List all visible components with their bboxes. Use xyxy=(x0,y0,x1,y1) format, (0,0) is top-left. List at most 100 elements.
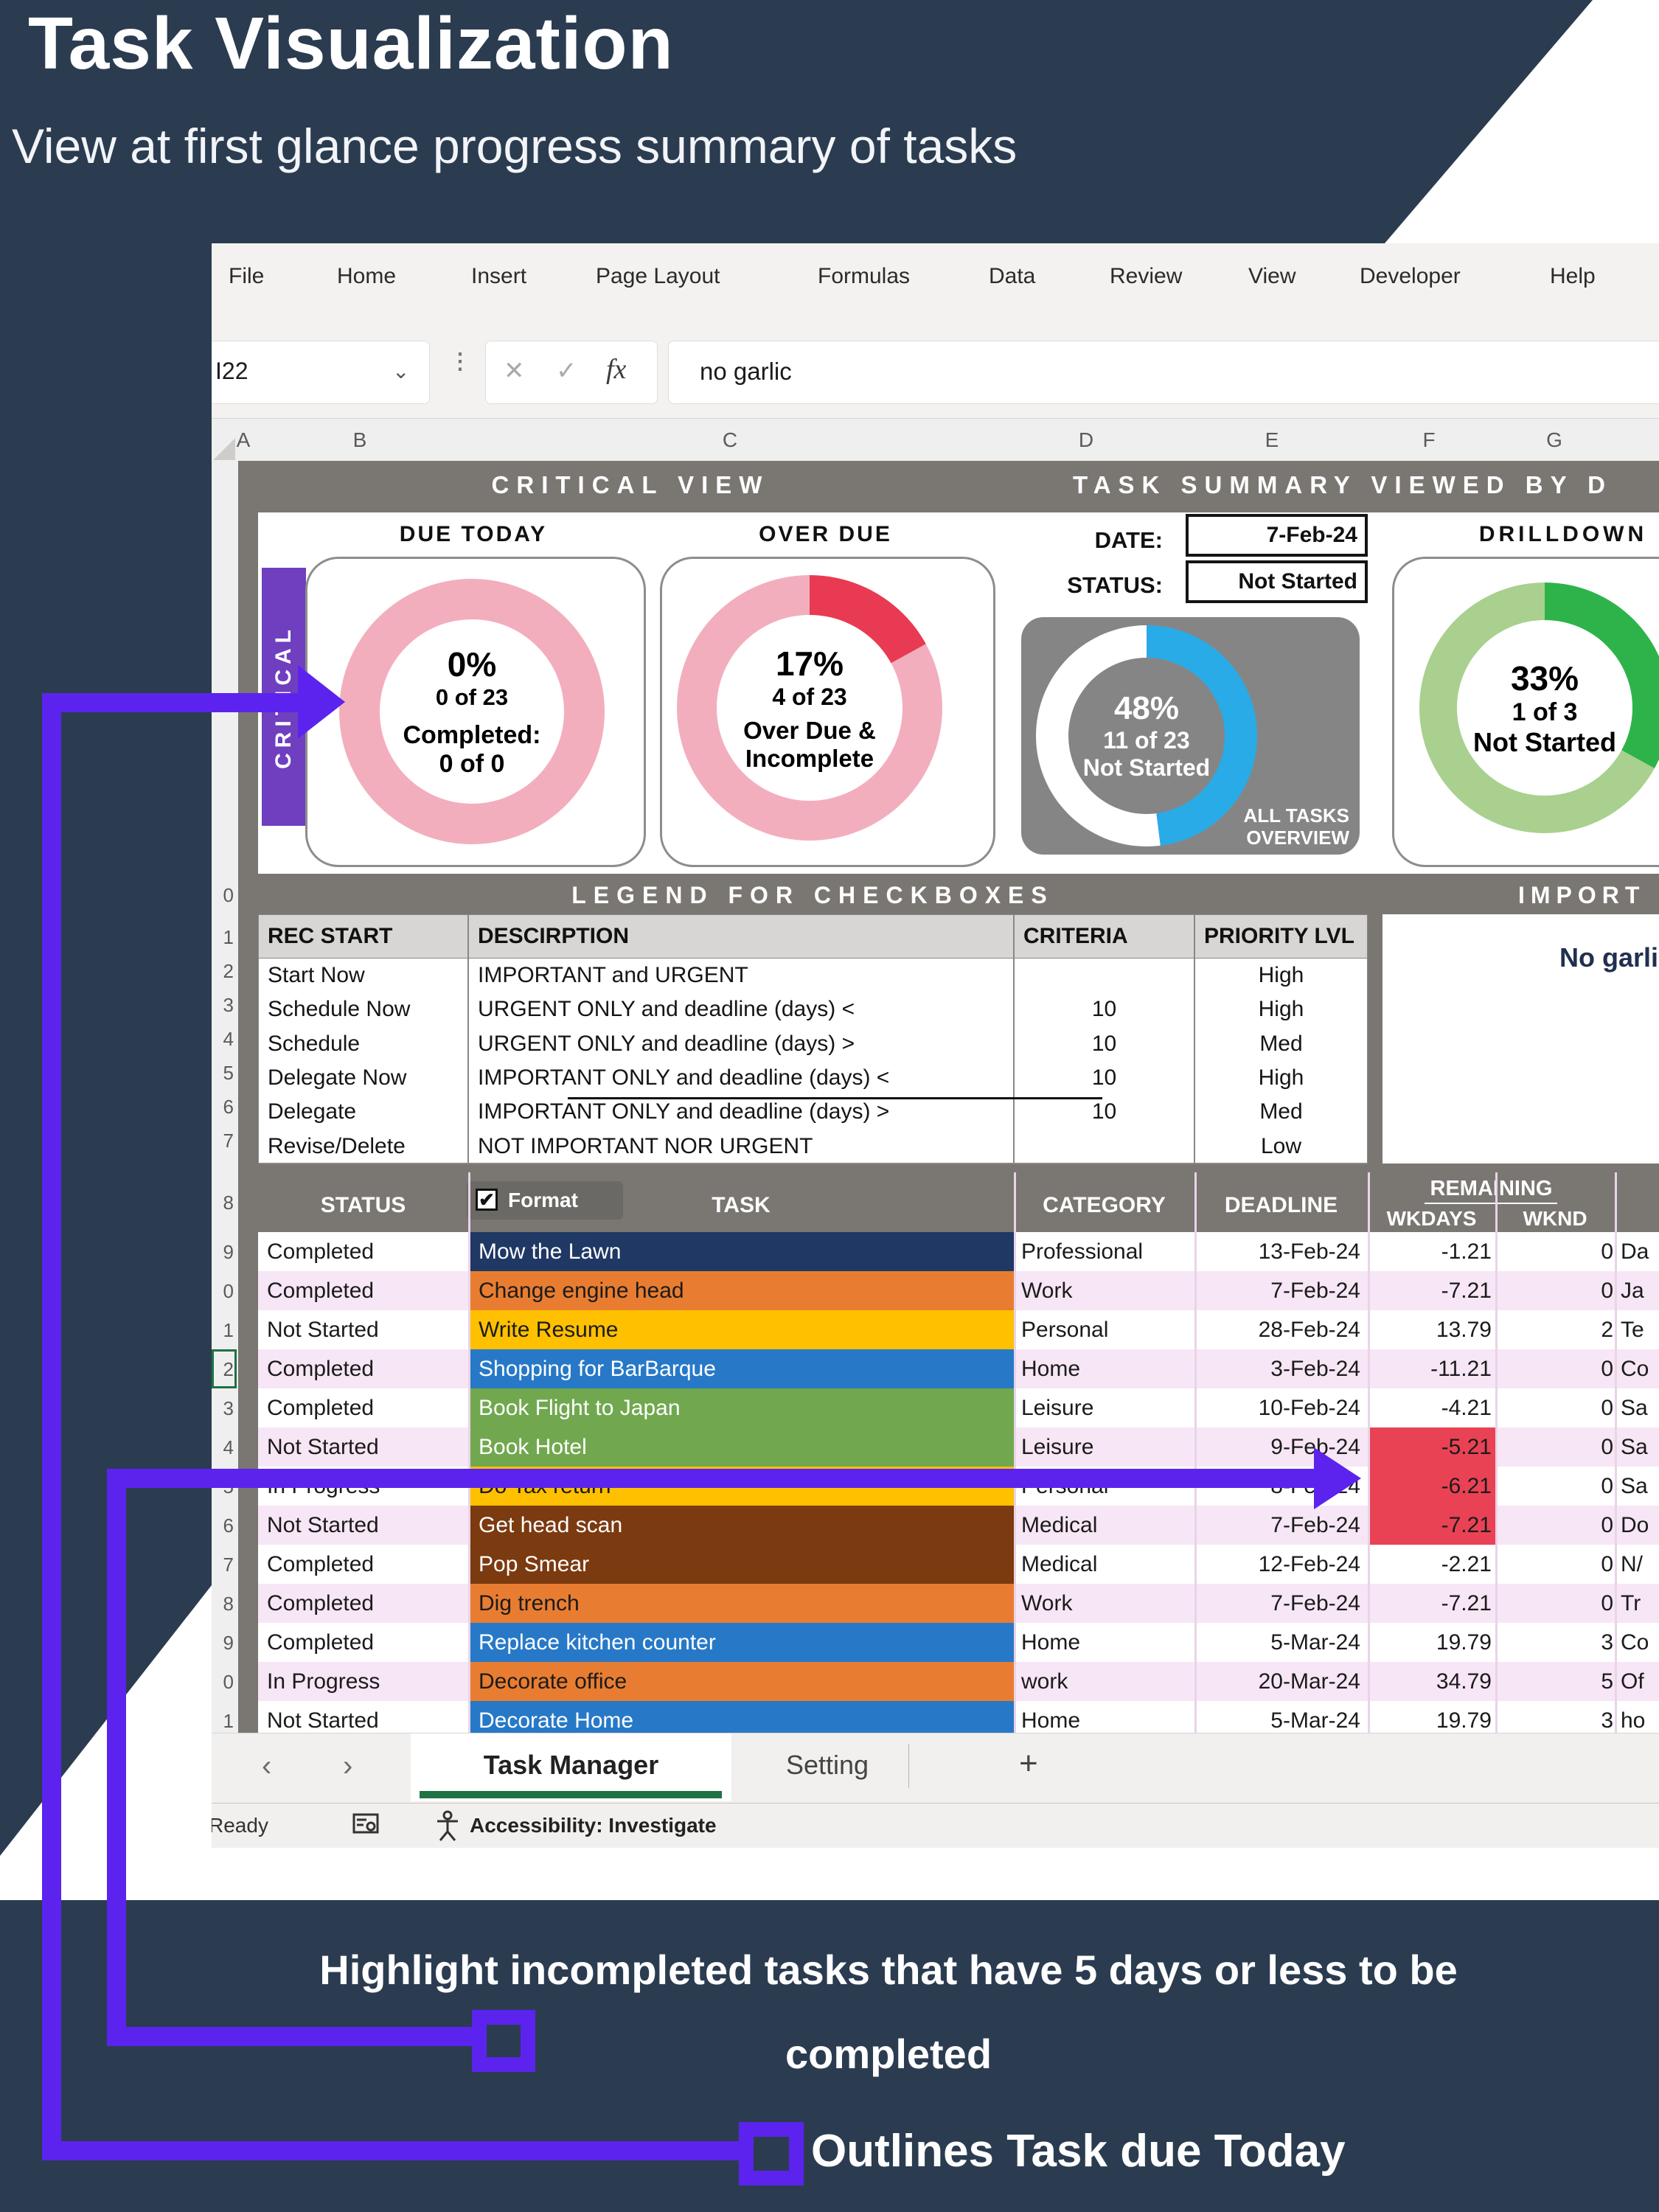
cell-category: Work xyxy=(1021,1584,1072,1623)
cell-task-bar: Book Flight to Japan xyxy=(468,1388,1014,1427)
page-subtitle: View at first glance progress summary of… xyxy=(12,118,1017,174)
arrow1-head-icon xyxy=(298,665,345,739)
selected-row-marker xyxy=(212,1349,237,1388)
cell-next-clipped: Co xyxy=(1621,1349,1649,1388)
cell-status: Completed xyxy=(267,1545,374,1584)
cell-task-bar: Dig trench xyxy=(468,1584,1014,1623)
cell-wknd: 0 xyxy=(1495,1349,1613,1388)
cell-deadline: 5-Mar-24 xyxy=(1194,1623,1360,1662)
cell-wknd: 0 xyxy=(1495,1232,1613,1271)
cell-next-clipped: Ja xyxy=(1621,1271,1644,1310)
cell-task-label: Replace kitchen counter xyxy=(479,1623,716,1662)
cell-status: Completed xyxy=(267,1232,374,1271)
cell-next-clipped: Of xyxy=(1621,1662,1644,1701)
cell-wkdays: -2.21 xyxy=(1368,1545,1492,1584)
tab-task-manager[interactable]: Task Manager xyxy=(411,1733,731,1801)
cell-task-bar: Book Hotel xyxy=(468,1427,1014,1467)
accessibility-icon[interactable] xyxy=(433,1809,462,1842)
page: Task Visualization View at first glance … xyxy=(0,0,1659,2212)
cell-wkdays: 13.79 xyxy=(1368,1310,1492,1349)
cell-task-bar: Change engine head xyxy=(468,1271,1014,1310)
cell-task-label: Write Resume xyxy=(479,1310,619,1349)
highlight-note: Highlight incompleted tasks that have 5 … xyxy=(118,1944,1659,2081)
cell-wknd: 0 xyxy=(1495,1506,1613,1545)
add-sheet-button[interactable]: + xyxy=(1019,1745,1038,1782)
tab-setting[interactable]: Setting xyxy=(757,1750,897,1781)
table-gridline xyxy=(1194,1172,1197,1733)
display-settings-icon[interactable] xyxy=(352,1811,380,1839)
cell-next-clipped: Do xyxy=(1621,1506,1649,1545)
cell-deadline: 7-Feb-24 xyxy=(1194,1584,1360,1623)
cell-status: In Progress xyxy=(267,1662,380,1701)
cell-wkdays: -7.21 xyxy=(1368,1271,1492,1310)
cell-wkdays: -1.21 xyxy=(1368,1232,1492,1271)
cell-status: Not Started xyxy=(267,1310,379,1349)
active-tab-underline xyxy=(420,1791,722,1798)
page-title: Task Visualization xyxy=(28,1,674,86)
cell-next-clipped: Sa xyxy=(1621,1388,1648,1427)
cell-task-bar: Decorate Home xyxy=(468,1701,1014,1733)
cell-category: Home xyxy=(1021,1623,1080,1662)
task-rows-layer: CompletedMow the LawnProfessional13-Feb-… xyxy=(212,243,1659,1733)
cell-category: Medical xyxy=(1021,1506,1097,1545)
cell-status: Completed xyxy=(267,1388,374,1427)
cell-category: Home xyxy=(1021,1349,1080,1388)
cell-next-clipped: ho xyxy=(1621,1701,1645,1733)
cell-deadline: 20-Mar-24 xyxy=(1194,1662,1360,1701)
table-gridline xyxy=(1615,1172,1617,1733)
cell-task-label: Mow the Lawn xyxy=(479,1232,621,1271)
cell-deadline: 7-Feb-24 xyxy=(1194,1271,1360,1310)
sheet-next-icon[interactable]: › xyxy=(343,1750,352,1783)
cell-deadline: 7-Feb-24 xyxy=(1194,1506,1360,1545)
cell-wkdays: 34.79 xyxy=(1368,1662,1492,1701)
cell-status: Not Started xyxy=(267,1701,379,1733)
tab-separator xyxy=(908,1744,909,1788)
cell-task-label: Book Hotel xyxy=(479,1427,587,1467)
sheet-prev-icon[interactable]: ‹ xyxy=(262,1750,271,1783)
cell-deadline: 12-Feb-24 xyxy=(1194,1545,1360,1584)
highlight-note-line1: Highlight incompleted tasks that have 5 … xyxy=(118,1944,1659,1997)
cell-task-bar: Get head scan xyxy=(468,1506,1014,1545)
cell-task-bar: Mow the Lawn xyxy=(468,1232,1014,1271)
cell-wkdays: 19.79 xyxy=(1368,1623,1492,1662)
cell-category: Home xyxy=(1021,1701,1080,1733)
table-gridline xyxy=(1368,1172,1370,1733)
cell-task-bar: Pop Smear xyxy=(468,1545,1014,1584)
accessibility-status[interactable]: Accessibility: Investigate xyxy=(470,1814,717,1837)
cell-task-label: Book Flight to Japan xyxy=(479,1388,681,1427)
cell-wkdays: 19.79 xyxy=(1368,1701,1492,1733)
cell-status: Not Started xyxy=(267,1427,379,1467)
cell-wknd: 0 xyxy=(1495,1427,1613,1467)
cell-category: work xyxy=(1021,1662,1068,1701)
cell-wknd: 2 xyxy=(1495,1310,1613,1349)
cell-task-bar: Decorate office xyxy=(468,1662,1014,1701)
cell-next-clipped: Te xyxy=(1621,1310,1644,1349)
cell-task-bar: Write Resume xyxy=(468,1310,1014,1349)
cell-category: Professional xyxy=(1021,1232,1143,1271)
cell-task-bar: Replace kitchen counter xyxy=(468,1623,1014,1662)
cell-next-clipped: Da xyxy=(1621,1232,1649,1271)
highlight-note-line2: completed xyxy=(118,2028,1659,2081)
cell-status: Completed xyxy=(267,1584,374,1623)
cell-task-label: Decorate office xyxy=(479,1662,627,1701)
tab-task-manager-label: Task Manager xyxy=(411,1750,731,1781)
cell-wkdays: -5.21 xyxy=(1368,1427,1492,1467)
cell-category: Leisure xyxy=(1021,1427,1093,1467)
cell-next-clipped: Tr xyxy=(1621,1584,1641,1623)
excel-window: FileHomeInsertPage LayoutFormulasDataRev… xyxy=(212,243,1659,1900)
cell-wknd: 5 xyxy=(1495,1662,1613,1701)
cell-wkdays: -11.21 xyxy=(1368,1349,1492,1388)
cell-status: Not Started xyxy=(267,1506,379,1545)
cell-wkdays: -7.21 xyxy=(1368,1584,1492,1623)
cell-next-clipped: Sa xyxy=(1621,1467,1648,1506)
cell-task-label: Pop Smear xyxy=(479,1545,589,1584)
cell-wknd: 0 xyxy=(1495,1388,1613,1427)
arrow1-bottom-line xyxy=(42,2141,739,2160)
cell-task-label: Dig trench xyxy=(479,1584,580,1623)
arrow1-square-marker xyxy=(739,2122,804,2185)
cell-wkdays: -6.21 xyxy=(1368,1467,1492,1506)
cell-task-label: Decorate Home xyxy=(479,1701,633,1733)
cell-deadline: 5-Mar-24 xyxy=(1194,1701,1360,1733)
cell-deadline: 3-Feb-24 xyxy=(1194,1349,1360,1388)
cell-status: Completed xyxy=(267,1271,374,1310)
